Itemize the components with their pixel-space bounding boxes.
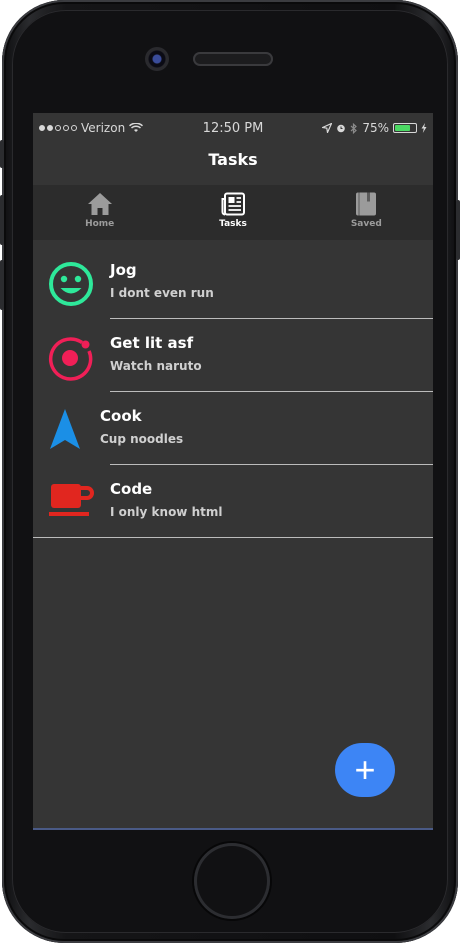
tab-home-label: Home (85, 219, 115, 229)
item-subtitle: I only know html (110, 505, 223, 519)
location-icon (322, 123, 333, 133)
volume-down-button (0, 260, 4, 310)
tab-saved[interactable]: Saved (300, 185, 433, 240)
charging-icon (421, 123, 427, 133)
item-subtitle: Cup noodles (100, 432, 184, 446)
silent-switch (0, 140, 4, 168)
task-list: Jog I dont even run Get lit asf Watch na… (33, 246, 433, 538)
book-icon (356, 192, 377, 216)
screen: Verizon 12:50 PM 75% Tasks Home Tasks Sa… (33, 113, 433, 830)
divider (33, 537, 433, 538)
list-item[interactable]: Get lit asf Watch naruto (33, 319, 433, 392)
tab-tasks[interactable]: Tasks (166, 185, 299, 240)
front-camera (145, 47, 169, 71)
power-button (456, 200, 460, 260)
nav-bar: Tasks (33, 143, 433, 185)
newspaper-icon (221, 192, 245, 216)
battery-percent: 75% (362, 121, 389, 135)
earpiece-speaker (193, 52, 273, 66)
ionic-icon (48, 337, 93, 381)
item-title: Jog (110, 261, 137, 279)
alarm-icon (337, 124, 346, 133)
tab-tasks-label: Tasks (219, 219, 247, 229)
battery-icon (393, 123, 417, 133)
smiley-icon (49, 262, 93, 306)
item-title: Code (110, 480, 153, 498)
phone-frame: Verizon 12:50 PM 75% Tasks Home Tasks Sa… (0, 0, 460, 943)
list-item[interactable]: Code I only know html (33, 465, 433, 538)
item-title: Get lit asf (110, 334, 194, 352)
home-button[interactable] (194, 843, 270, 919)
volume-up-button (0, 195, 4, 245)
status-bar: Verizon 12:50 PM 75% (33, 113, 433, 143)
tab-saved-label: Saved (350, 219, 382, 229)
list-item[interactable]: Jog I dont even run (33, 246, 433, 319)
tab-home[interactable]: Home (33, 185, 166, 240)
home-icon (87, 193, 112, 215)
add-icon: + (354, 749, 376, 790)
navigate-icon (50, 409, 80, 449)
add-task-button[interactable]: + (335, 743, 395, 797)
bluetooth-icon (350, 122, 358, 134)
cafe-icon (49, 484, 94, 516)
page-title: Tasks (208, 150, 258, 169)
screen-edge (33, 828, 433, 830)
item-subtitle: Watch naruto (110, 359, 202, 373)
list-item[interactable]: Cook Cup noodles (33, 392, 433, 465)
item-subtitle: I dont even run (110, 286, 214, 300)
item-title: Cook (100, 407, 142, 425)
tab-bar: Home Tasks Saved (33, 185, 433, 240)
